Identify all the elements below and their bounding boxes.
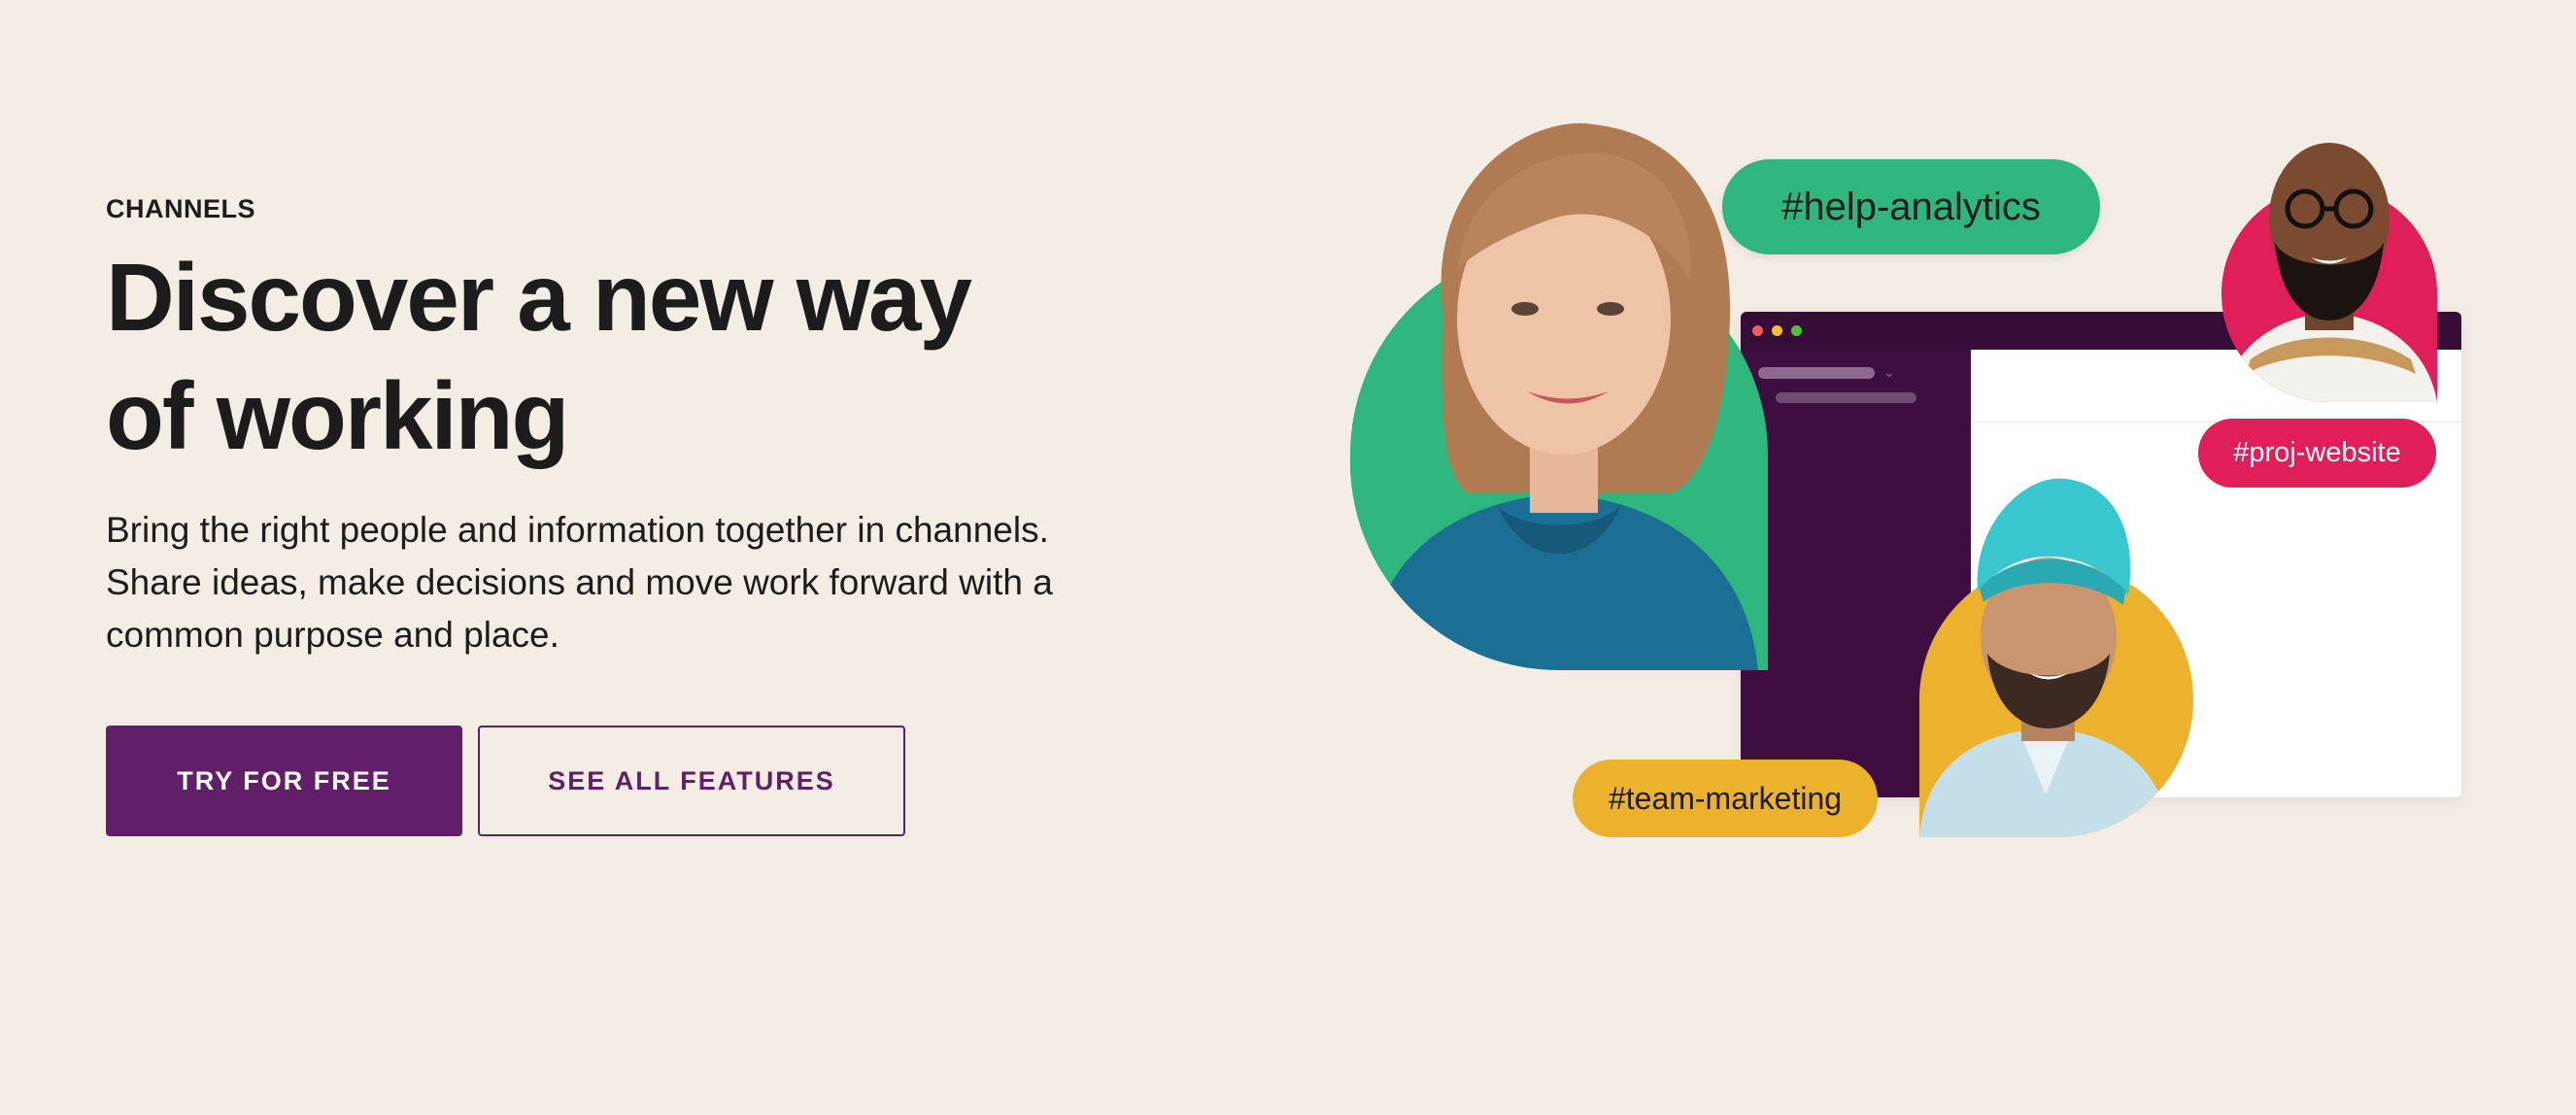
hero-illustration: ⌄ #help-analytics #proj-website #team-ma… (0, 0, 2576, 1115)
hero-section: CHANNELS Discover a new way of working B… (0, 0, 2576, 1115)
sidebar-item-placeholder (1776, 392, 1916, 403)
avatar-man-glasses (2221, 143, 2437, 402)
avatar-man-turban (1919, 478, 2193, 837)
channel-tag-team-marketing: #team-marketing (1573, 760, 1878, 837)
avatar-woman (1350, 122, 1768, 670)
channel-tag-help-analytics: #help-analytics (1722, 159, 2100, 254)
chevron-down-icon: ⌄ (1883, 364, 1895, 380)
maximize-dot-icon (1791, 325, 1802, 336)
channel-tag-proj-website: #proj-website (2198, 419, 2436, 488)
